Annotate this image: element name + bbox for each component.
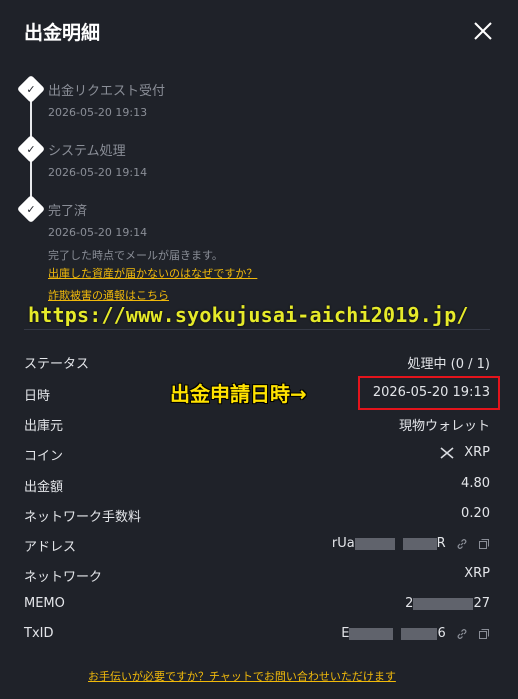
source-row: 出庫元 現物ウォレット: [24, 415, 490, 437]
network-value: XRP: [464, 566, 490, 581]
copy-icon[interactable]: [478, 538, 490, 550]
link-icon[interactable]: [456, 538, 468, 550]
source-label: 出庫元: [24, 419, 64, 434]
txid-suffix: 6: [437, 626, 446, 641]
status-label: ステータス: [24, 357, 90, 372]
amount-value: 4.80: [461, 476, 490, 491]
link-icon[interactable]: [456, 628, 468, 640]
redacted-block: [402, 537, 437, 550]
fraud-report-link[interactable]: 詐欺被害の通報はこちら: [48, 287, 169, 303]
redacted-block: [401, 627, 438, 640]
step-label: 出金リクエスト受付: [48, 84, 166, 99]
redacted-block: [349, 627, 394, 640]
txid-prefix: E: [341, 626, 350, 641]
step-time: 2026-05-20 19:13: [48, 106, 148, 119]
divider: [24, 329, 490, 330]
close-icon[interactable]: [470, 18, 496, 44]
coin-row: コイン XRP: [24, 445, 490, 467]
step-time: 2026-05-20 19:14: [48, 166, 148, 179]
txid-label: TxID: [24, 626, 54, 641]
redacted-block: [354, 537, 395, 550]
fee-row: ネットワーク手数料 0.20: [24, 506, 490, 528]
memo-label: MEMO: [24, 596, 65, 611]
date-annotation: 出金申請日時→: [170, 382, 307, 406]
xrp-coin-icon: [440, 446, 454, 459]
fee-value: 0.20: [461, 506, 490, 521]
memo-row: MEMO 2 27: [24, 596, 490, 618]
memo-suffix: 27: [473, 596, 490, 611]
address-prefix: rUa: [331, 536, 355, 551]
withdrawal-details-modal: 出金明細 ✓ 出金リクエスト受付 2026-05-20 19:13 ✓ システム…: [0, 0, 518, 699]
coin-value: XRP: [464, 445, 490, 460]
step-label: 完了済: [48, 204, 88, 219]
status-value: 処理中 (0 / 1): [407, 357, 490, 372]
faq-link[interactable]: 出庫した資産が届かないのはなぜですか？: [48, 265, 257, 281]
date-highlight-box: [358, 376, 500, 410]
network-label: ネットワーク: [24, 570, 103, 585]
fee-label: ネットワーク手数料: [24, 510, 142, 525]
check-icon: ✓: [16, 194, 46, 224]
source-value: 現物ウォレット: [398, 419, 490, 434]
step-label: システム処理: [48, 144, 126, 159]
step-time: 2026-05-20 19:14: [48, 226, 148, 239]
txid-row: TxID E6: [24, 626, 490, 648]
txid-value: E6: [341, 626, 490, 641]
redacted-block: [413, 597, 474, 610]
memo-value: 2 27: [405, 596, 490, 611]
coin-label: コイン: [24, 449, 64, 464]
coin-value-wrap: XRP: [440, 445, 490, 460]
network-row: ネットワーク XRP: [24, 566, 490, 588]
chat-help-link[interactable]: お手伝いが必要ですか？チャットでお問い合わせいただけます: [88, 668, 396, 684]
address-row: アドレス rUa R: [24, 536, 490, 558]
check-icon: ✓: [16, 134, 46, 164]
modal-title: 出金明細: [24, 22, 101, 44]
address-value: rUa R: [332, 536, 490, 551]
address-label: アドレス: [24, 540, 77, 555]
amount-row: 出金額 4.80: [24, 476, 490, 498]
amount-label: 出金額: [24, 480, 64, 495]
url-watermark: https://www.syokujusai-aichi2019.jp/: [28, 303, 469, 327]
copy-icon[interactable]: [478, 628, 490, 640]
status-row: ステータス 処理中 (0 / 1): [24, 353, 490, 375]
email-note: 完了した時点でメールが届きます。: [48, 249, 223, 262]
memo-prefix: 2: [405, 596, 414, 611]
check-icon: ✓: [16, 74, 46, 104]
address-suffix: R: [436, 536, 446, 551]
date-label: 日時: [24, 389, 51, 404]
